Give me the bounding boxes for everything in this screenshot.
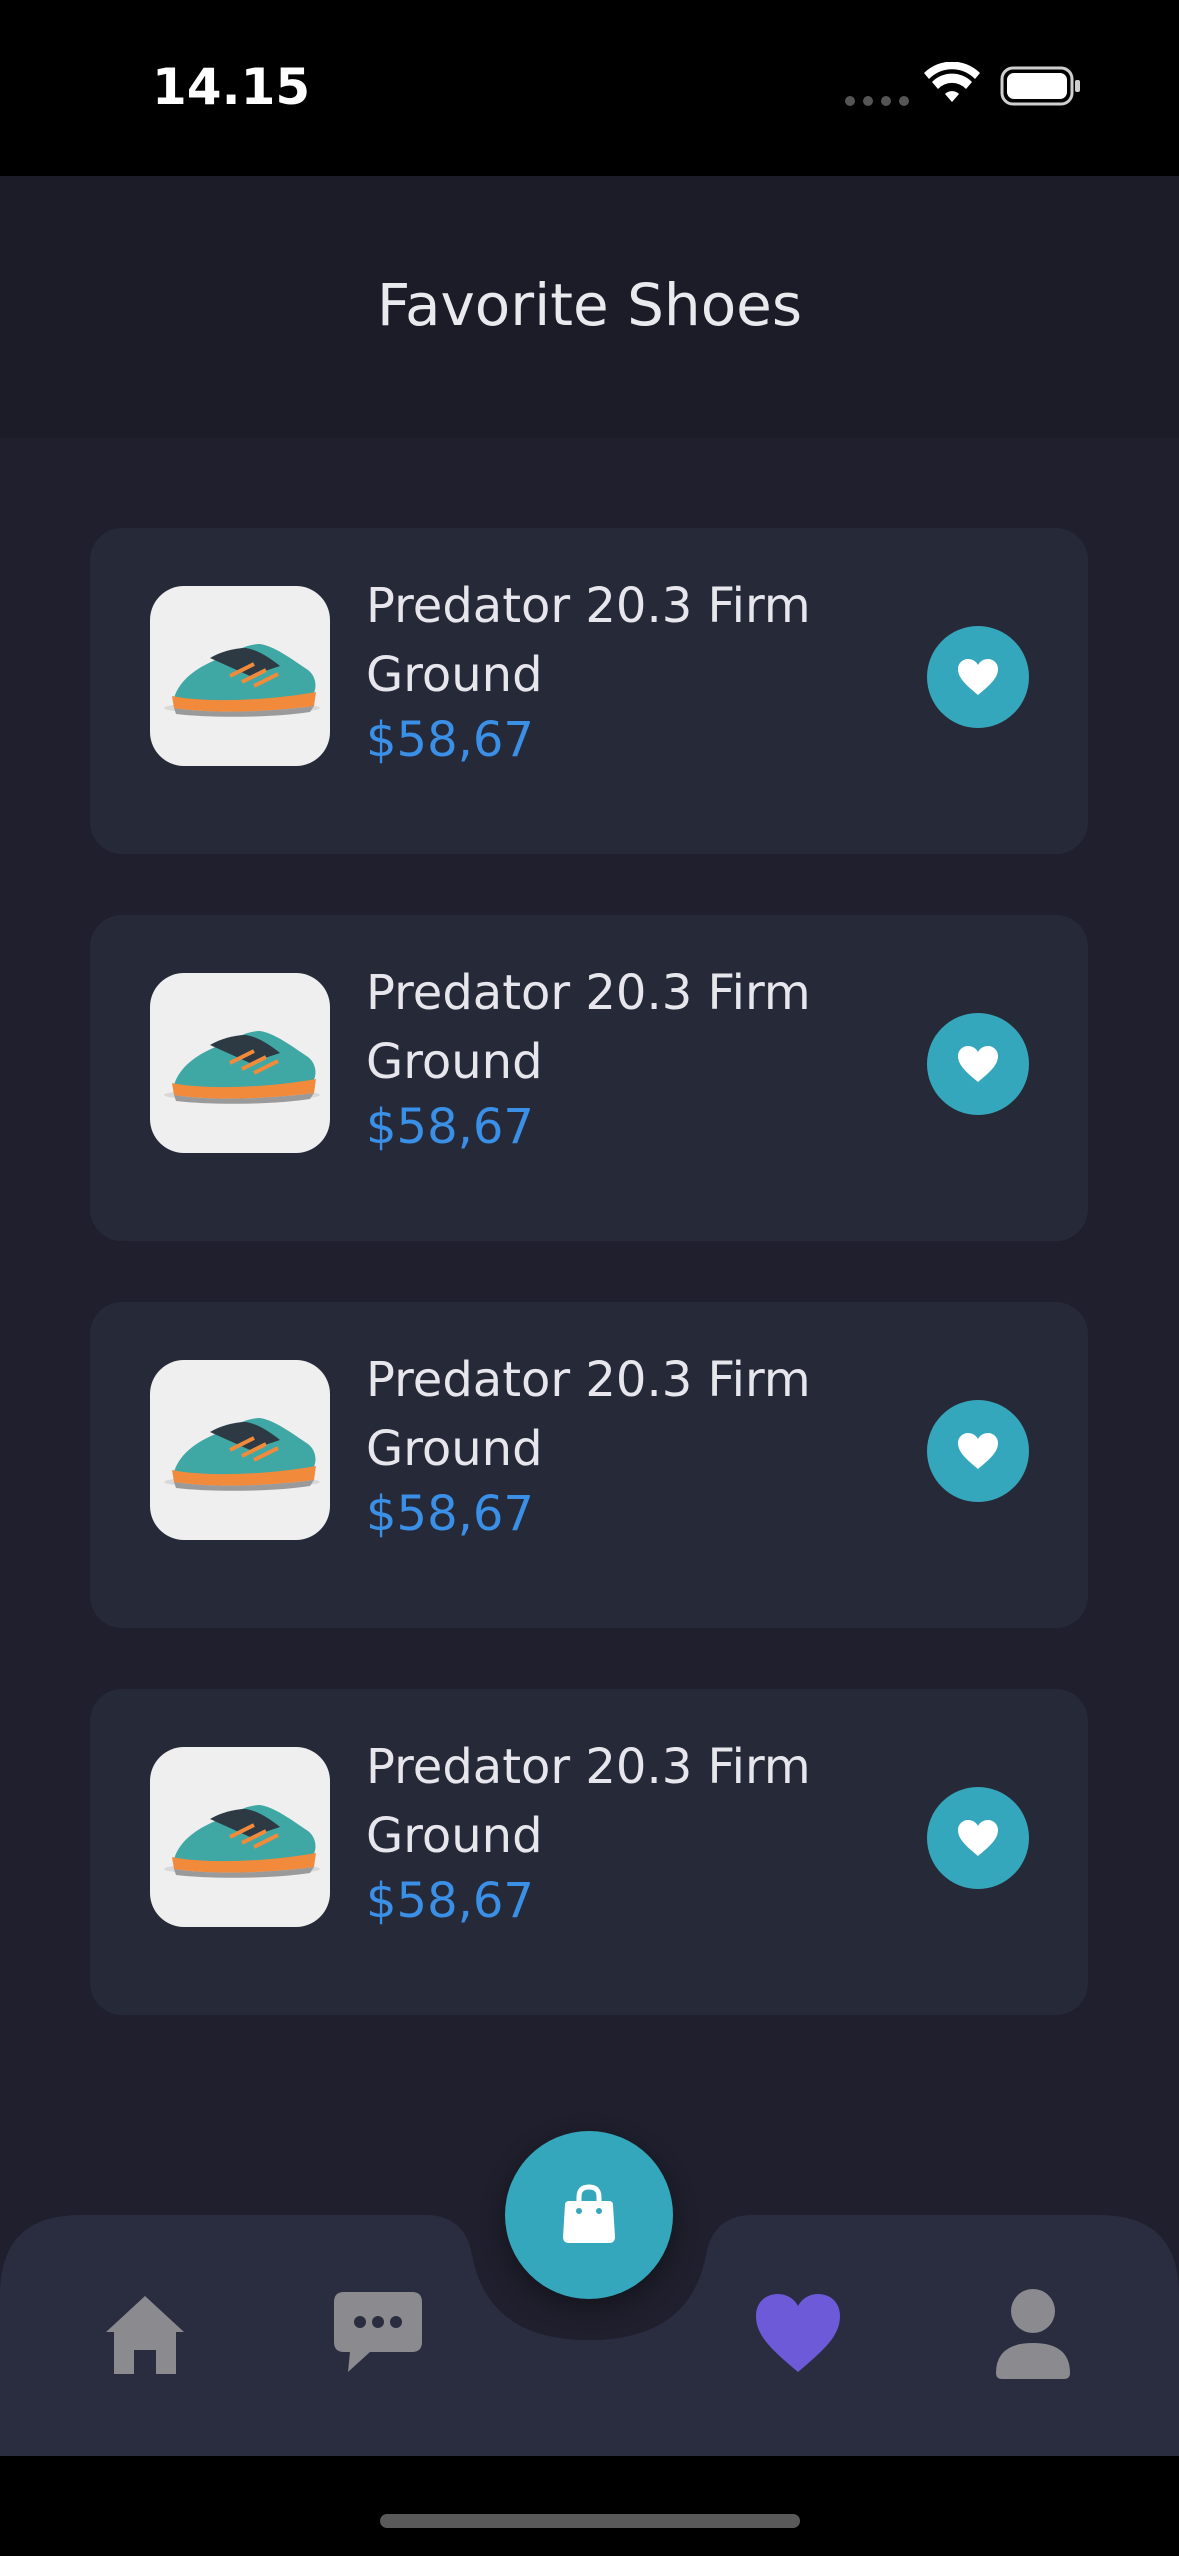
heart-icon bbox=[958, 1046, 998, 1082]
nav-chat-button[interactable] bbox=[330, 2288, 426, 2378]
shoe-image bbox=[150, 586, 330, 766]
favorite-toggle-button[interactable] bbox=[927, 1013, 1029, 1115]
favorites-screen: 14.15 Favorite Shoes Predator 20.3 Firm … bbox=[0, 0, 1179, 2556]
heart-icon bbox=[958, 1820, 998, 1856]
nav-home-button[interactable] bbox=[100, 2290, 190, 2380]
chat-icon bbox=[334, 2292, 422, 2372]
home-indicator[interactable] bbox=[380, 2514, 800, 2528]
item-price: $58,67 bbox=[366, 1099, 534, 1155]
item-name: Predator 20.3 Firm Ground bbox=[366, 965, 811, 1090]
favorites-list: Predator 20.3 Firm Ground $58,67 Predato… bbox=[90, 528, 1088, 2076]
item-name: Predator 20.3 Firm Ground bbox=[366, 1739, 811, 1864]
profile-icon bbox=[996, 2289, 1070, 2379]
shoe-icon bbox=[164, 1031, 320, 1104]
shoe-icon bbox=[164, 644, 320, 717]
nav-profile-button[interactable] bbox=[990, 2285, 1076, 2381]
item-price: $58,67 bbox=[366, 1486, 534, 1542]
header: Favorite Shoes bbox=[0, 176, 1179, 438]
shoe-icon bbox=[164, 1805, 320, 1878]
home-indicator-area bbox=[0, 2456, 1179, 2556]
shopping-bag-icon bbox=[563, 2184, 615, 2243]
battery-icon bbox=[1000, 66, 1080, 106]
favorite-toggle-button[interactable] bbox=[927, 1787, 1029, 1889]
heart-icon bbox=[958, 659, 998, 695]
shoe-image bbox=[150, 1747, 330, 1927]
home-icon bbox=[106, 2296, 184, 2374]
shoe-image bbox=[150, 1360, 330, 1540]
heart-icon bbox=[756, 2294, 840, 2372]
shoe-icon bbox=[164, 1418, 320, 1491]
favorite-item-card[interactable]: Predator 20.3 Firm Ground $58,67 bbox=[90, 1302, 1088, 1628]
status-time: 14.15 bbox=[152, 58, 311, 116]
wifi-icon bbox=[924, 62, 980, 102]
page-title: Favorite Shoes bbox=[376, 271, 803, 339]
item-price: $58,67 bbox=[366, 712, 534, 768]
item-name: Predator 20.3 Firm Ground bbox=[366, 1352, 811, 1477]
signal-dots-icon bbox=[845, 96, 909, 106]
item-price: $58,67 bbox=[366, 1873, 534, 1929]
favorite-item-card[interactable]: Predator 20.3 Firm Ground $58,67 bbox=[90, 915, 1088, 1241]
favorite-item-card[interactable]: Predator 20.3 Firm Ground $58,67 bbox=[90, 528, 1088, 854]
shoe-image bbox=[150, 973, 330, 1153]
favorite-item-card[interactable]: Predator 20.3 Firm Ground $58,67 bbox=[90, 1689, 1088, 2015]
status-bar: 14.15 bbox=[0, 0, 1179, 176]
favorite-toggle-button[interactable] bbox=[927, 1400, 1029, 1502]
heart-icon bbox=[958, 1433, 998, 1469]
item-name: Predator 20.3 Firm Ground bbox=[366, 578, 811, 703]
favorite-toggle-button[interactable] bbox=[927, 626, 1029, 728]
nav-favorites-button[interactable] bbox=[752, 2290, 844, 2376]
shopping-bag-button[interactable] bbox=[505, 2131, 673, 2299]
